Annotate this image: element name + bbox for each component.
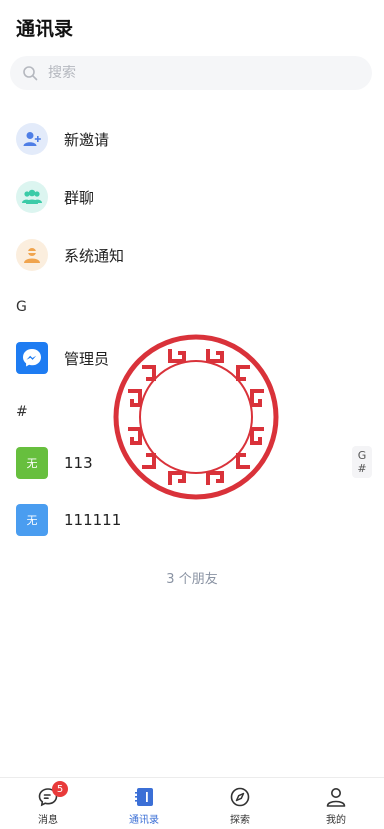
group-chat-item[interactable]: 群聊: [0, 171, 384, 223]
group-icon: [16, 181, 48, 213]
profile-icon: [325, 786, 347, 808]
unread-badge: 5: [52, 781, 68, 797]
tab-label: 探索: [230, 815, 250, 826]
contact-item-111111[interactable]: 无 111111: [0, 494, 384, 546]
notice-user-icon: [16, 239, 48, 271]
messenger-icon: [16, 342, 48, 374]
system-notice-label: 系统通知: [64, 246, 125, 265]
system-notice-item[interactable]: 系统通知: [0, 229, 384, 281]
tab-label: 通讯录: [129, 815, 159, 826]
avatar: 无: [16, 447, 48, 479]
group-chat-label: 群聊: [64, 188, 95, 207]
contact-name: 111111: [64, 511, 122, 529]
new-invite-label: 新邀请: [64, 130, 110, 149]
contacts-icon: [133, 786, 155, 808]
index-letter-hash[interactable]: #: [357, 462, 366, 475]
section-header-g: G: [16, 299, 27, 315]
add-user-icon: [16, 123, 48, 155]
search-input[interactable]: [48, 65, 328, 81]
new-invite-item[interactable]: 新邀请: [0, 113, 384, 165]
tab-messages[interactable]: 5 消息: [0, 778, 96, 829]
alphabet-index-bar[interactable]: G #: [352, 446, 372, 478]
compass-icon: [229, 786, 251, 808]
search-bar[interactable]: [10, 56, 372, 90]
tab-label: 消息: [38, 815, 58, 826]
watermark-seal: [112, 333, 280, 501]
tab-explore[interactable]: 探索: [192, 778, 288, 829]
contact-name: 113: [64, 454, 93, 472]
tab-contacts[interactable]: 通讯录: [96, 778, 192, 829]
avatar: 无: [16, 504, 48, 536]
section-header-hash: #: [16, 404, 28, 420]
page-title: 通讯录: [16, 18, 74, 40]
contact-name: 管理员: [64, 349, 110, 368]
bottom-tab-bar: 5 消息 通讯录 探索 我的: [0, 777, 384, 829]
tab-label: 我的: [326, 815, 346, 826]
search-icon: [23, 66, 38, 81]
seal-graphic: [113, 334, 279, 500]
tab-profile[interactable]: 我的: [288, 778, 384, 829]
friend-count: 3 个朋友: [166, 572, 218, 587]
index-letter-g[interactable]: G: [358, 449, 367, 462]
